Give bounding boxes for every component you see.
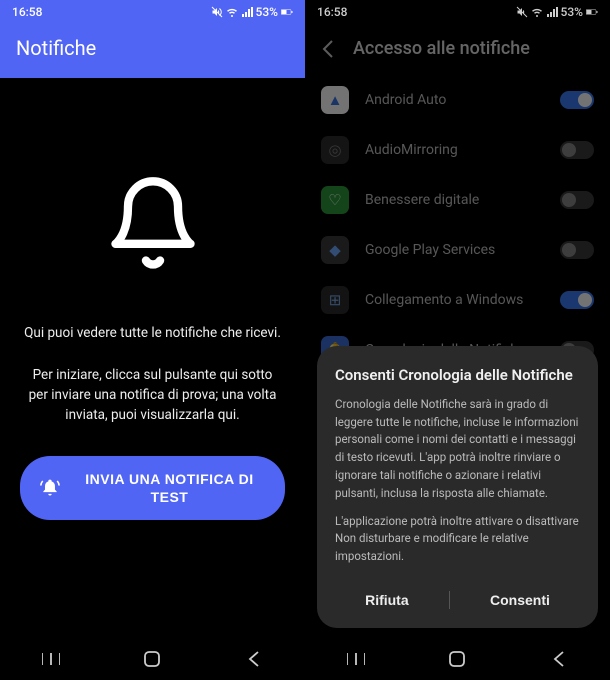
wifi-icon <box>226 6 238 18</box>
mute-icon <box>211 6 223 18</box>
status-time: 16:58 <box>317 5 347 19</box>
status-bar: 16:58 53% <box>0 0 305 24</box>
status-bar: 16:58 53% <box>305 0 610 24</box>
instruction-text: Per iniziare, clicca sul pulsante qui so… <box>20 365 285 426</box>
app-icon: ♡ <box>321 186 349 214</box>
permission-dialog: Consenti Cronologia delle Notifiche Cron… <box>317 346 598 628</box>
wifi-icon <box>531 6 543 18</box>
page-title: Accesso alle notifiche <box>353 38 530 59</box>
toggle[interactable] <box>560 241 594 259</box>
dialog-paragraph-2: L'applicazione potrà inoltre attivare o … <box>335 513 580 566</box>
app-icon: ▲ <box>321 86 349 114</box>
nav-bar <box>0 638 305 680</box>
dialog-title: Consenti Cronologia delle Notifiche <box>335 366 580 384</box>
battery-text: 53% <box>561 5 583 19</box>
nav-bar <box>305 638 610 680</box>
app-list: ▲ Android Auto ◎ AudioMirroring ♡ Benessere d… <box>305 75 610 375</box>
app-row[interactable]: ♡ Benessere digitale <box>321 175 594 225</box>
battery-icon <box>586 6 598 18</box>
intro-text: Qui puoi vedere tutte le notifiche che r… <box>24 324 281 343</box>
app-name: Google Play Services <box>365 242 544 258</box>
recents-button[interactable] <box>326 650 386 668</box>
battery-icon <box>281 6 293 18</box>
bell-icon <box>103 168 203 278</box>
app-name: Collegamento a Windows <box>365 292 544 308</box>
app-row[interactable]: ⊞ Collegamento a Windows <box>321 275 594 325</box>
app-icon: ◆ <box>321 236 349 264</box>
send-test-notification-button[interactable]: INVIA UNA NOTIFICA DI TEST <box>20 456 285 520</box>
toggle[interactable] <box>560 191 594 209</box>
app-row[interactable]: ◆ Google Play Services <box>321 225 594 275</box>
toggle[interactable] <box>560 91 594 109</box>
app-name: Android Auto <box>365 92 544 108</box>
allow-button[interactable]: Consenti <box>470 582 570 618</box>
app-row[interactable]: ◎ AudioMirroring <box>321 125 594 175</box>
page-title: Notifiche <box>0 24 305 78</box>
home-button[interactable] <box>122 651 182 667</box>
back-button[interactable] <box>224 651 284 667</box>
divider <box>449 591 450 609</box>
bell-ring-icon <box>40 477 60 499</box>
main-content: Qui puoi vedere tutte le notifiche che r… <box>0 78 305 680</box>
app-name: AudioMirroring <box>365 142 544 158</box>
button-label: INVIA UNA NOTIFICA DI TEST <box>74 470 265 506</box>
settings-header: Accesso alle notifiche <box>305 24 610 75</box>
app-icon: ⊞ <box>321 286 349 314</box>
dialog-body: Cronologia delle Notifiche sarà in grado… <box>335 396 580 566</box>
signal-icon <box>546 6 558 18</box>
back-button[interactable] <box>529 651 589 667</box>
signal-icon <box>241 6 253 18</box>
app-icon: ◎ <box>321 136 349 164</box>
battery-text: 53% <box>256 5 278 19</box>
recents-button[interactable] <box>21 650 81 668</box>
status-icons: 53% <box>211 5 293 19</box>
mute-icon <box>516 6 528 18</box>
back-icon[interactable] <box>321 40 335 58</box>
dialog-paragraph-1: Cronologia delle Notifiche sarà in grado… <box>335 396 580 503</box>
deny-button[interactable]: Rifiuta <box>345 582 429 618</box>
status-time: 16:58 <box>12 5 42 19</box>
home-button[interactable] <box>427 651 487 667</box>
dialog-actions: Rifiuta Consenti <box>335 578 580 618</box>
app-name: Benessere digitale <box>365 192 544 208</box>
status-icons: 53% <box>516 5 598 19</box>
app-row[interactable]: ▲ Android Auto <box>321 75 594 125</box>
toggle[interactable] <box>560 141 594 159</box>
toggle[interactable] <box>560 291 594 309</box>
